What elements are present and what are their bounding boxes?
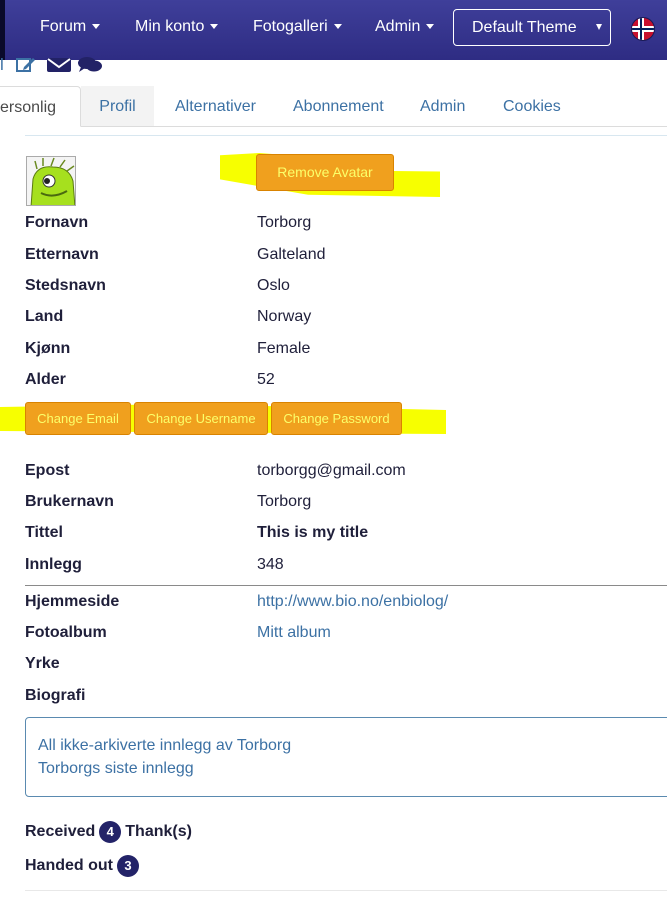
- tab-cookies-label: Cookies: [503, 98, 561, 115]
- tab-personlig[interactable]: ersonlig: [0, 86, 81, 127]
- chevron-down-icon: [92, 24, 101, 30]
- tab-abonnement[interactable]: Abonnement: [293, 86, 384, 126]
- nav-min-konto[interactable]: Min konto: [135, 18, 219, 36]
- tab-admin-label: Admin: [420, 98, 466, 115]
- theme-select[interactable]: Default Theme: [453, 9, 611, 46]
- value-stedsnavn: Oslo: [257, 277, 290, 294]
- label-yrke: Yrke: [25, 655, 60, 672]
- label-land: Land: [25, 308, 64, 325]
- avatar: [26, 156, 76, 206]
- nav-min-konto-label: Min konto: [135, 18, 205, 35]
- nav-fotogalleri-label: Fotogalleri: [253, 18, 328, 35]
- value-land: Norway: [257, 308, 312, 325]
- profile-tabs: ersonlig Profil Alternativer Abonnement …: [0, 86, 667, 127]
- value-fornavn: Torborg: [257, 214, 312, 231]
- section-divider: [25, 585, 667, 586]
- photo-album-link[interactable]: Mitt album: [257, 624, 331, 642]
- tab-alternativer-label: Alternativer: [175, 98, 256, 115]
- nav-admin-label: Admin: [375, 18, 421, 35]
- tab-content-divider: [25, 135, 667, 136]
- nav-forum-label: Forum: [40, 18, 87, 35]
- value-kjonn: Female: [257, 340, 311, 357]
- label-brukernavn: Brukernavn: [25, 493, 114, 510]
- label-fotoalbum: Fotoalbum: [25, 624, 107, 641]
- latest-posts-link[interactable]: Torborgs siste innlegg: [38, 760, 194, 778]
- tab-alternativer[interactable]: Alternativer: [175, 86, 256, 126]
- homepage-link[interactable]: http://www.bio.no/enbiolog/: [257, 593, 448, 611]
- navbar-edge: [0, 0, 5, 60]
- value-etternavn: Galteland: [257, 246, 326, 263]
- chevron-down-icon: [426, 24, 435, 30]
- top-navbar: Forum Min konto Fotogalleri Admin Defaul…: [0, 0, 667, 60]
- norway-flag-icon[interactable]: [632, 18, 654, 40]
- received-thanks-row: Received 4 Thank(s): [25, 821, 192, 843]
- value-innlegg: 348: [257, 556, 284, 573]
- change-email-label: Change Email: [37, 411, 119, 426]
- edit-icon[interactable]: [16, 56, 36, 77]
- label-fornavn: Fornavn: [25, 214, 89, 231]
- tab-profil-label: Profil: [99, 98, 136, 115]
- nav-admin[interactable]: Admin: [375, 18, 435, 36]
- label-biografi: Biografi: [25, 687, 86, 704]
- nav-fotogalleri[interactable]: Fotogalleri: [253, 18, 342, 36]
- received-suffix: Thank(s): [125, 823, 192, 841]
- envelope-icon[interactable]: [46, 57, 72, 78]
- remove-avatar-button[interactable]: Remove Avatar: [256, 154, 394, 191]
- chevron-down-icon: [333, 24, 342, 30]
- received-label: Received: [25, 823, 96, 841]
- label-stedsnavn: Stedsnavn: [25, 277, 106, 294]
- select-caret-icon: [596, 24, 602, 30]
- label-hjemmeside: Hjemmeside: [25, 593, 120, 610]
- label-alder: Alder: [25, 371, 66, 388]
- partial-text: l: [0, 55, 4, 74]
- handed-out-row: Handed out 3: [25, 855, 143, 877]
- change-username-label: Change Username: [146, 411, 256, 426]
- handed-out-count-badge: 3: [117, 855, 139, 877]
- chat-icon[interactable]: [77, 56, 103, 79]
- label-kjonn: Kjønn: [25, 340, 71, 357]
- tab-cookies[interactable]: Cookies: [503, 86, 561, 126]
- value-alder: 52: [257, 371, 275, 388]
- theme-select-value: Default Theme: [472, 19, 577, 36]
- value-epost: torborgg@gmail.com: [257, 462, 406, 479]
- tab-profil[interactable]: Profil: [81, 86, 154, 126]
- all-posts-link[interactable]: All ikke-arkiverte innlegg av Torborg: [38, 737, 291, 755]
- bottom-divider: [25, 890, 667, 891]
- nav-forum[interactable]: Forum: [40, 18, 101, 36]
- change-password-button[interactable]: Change Password: [271, 402, 402, 435]
- tab-personlig-label: ersonlig: [0, 99, 57, 116]
- label-innlegg: Innlegg: [25, 556, 82, 573]
- chevron-down-icon: [210, 24, 219, 30]
- remove-avatar-label: Remove Avatar: [277, 164, 373, 180]
- tab-admin[interactable]: Admin: [420, 86, 465, 126]
- tab-abonnement-label: Abonnement: [293, 98, 384, 115]
- received-count-badge: 4: [99, 821, 122, 843]
- change-username-button[interactable]: Change Username: [134, 402, 268, 435]
- change-email-button[interactable]: Change Email: [25, 402, 131, 435]
- label-etternavn: Etternavn: [25, 246, 99, 263]
- value-tittel: This is my title: [257, 524, 369, 541]
- handed-out-label: Handed out: [25, 857, 113, 875]
- change-password-label: Change Password: [283, 411, 390, 426]
- label-epost: Epost: [25, 462, 70, 479]
- label-tittel: Tittel: [25, 524, 63, 541]
- value-brukernavn: Torborg: [257, 493, 312, 510]
- user-posts-box: All ikke-arkiverte innlegg av Torborg To…: [25, 717, 667, 797]
